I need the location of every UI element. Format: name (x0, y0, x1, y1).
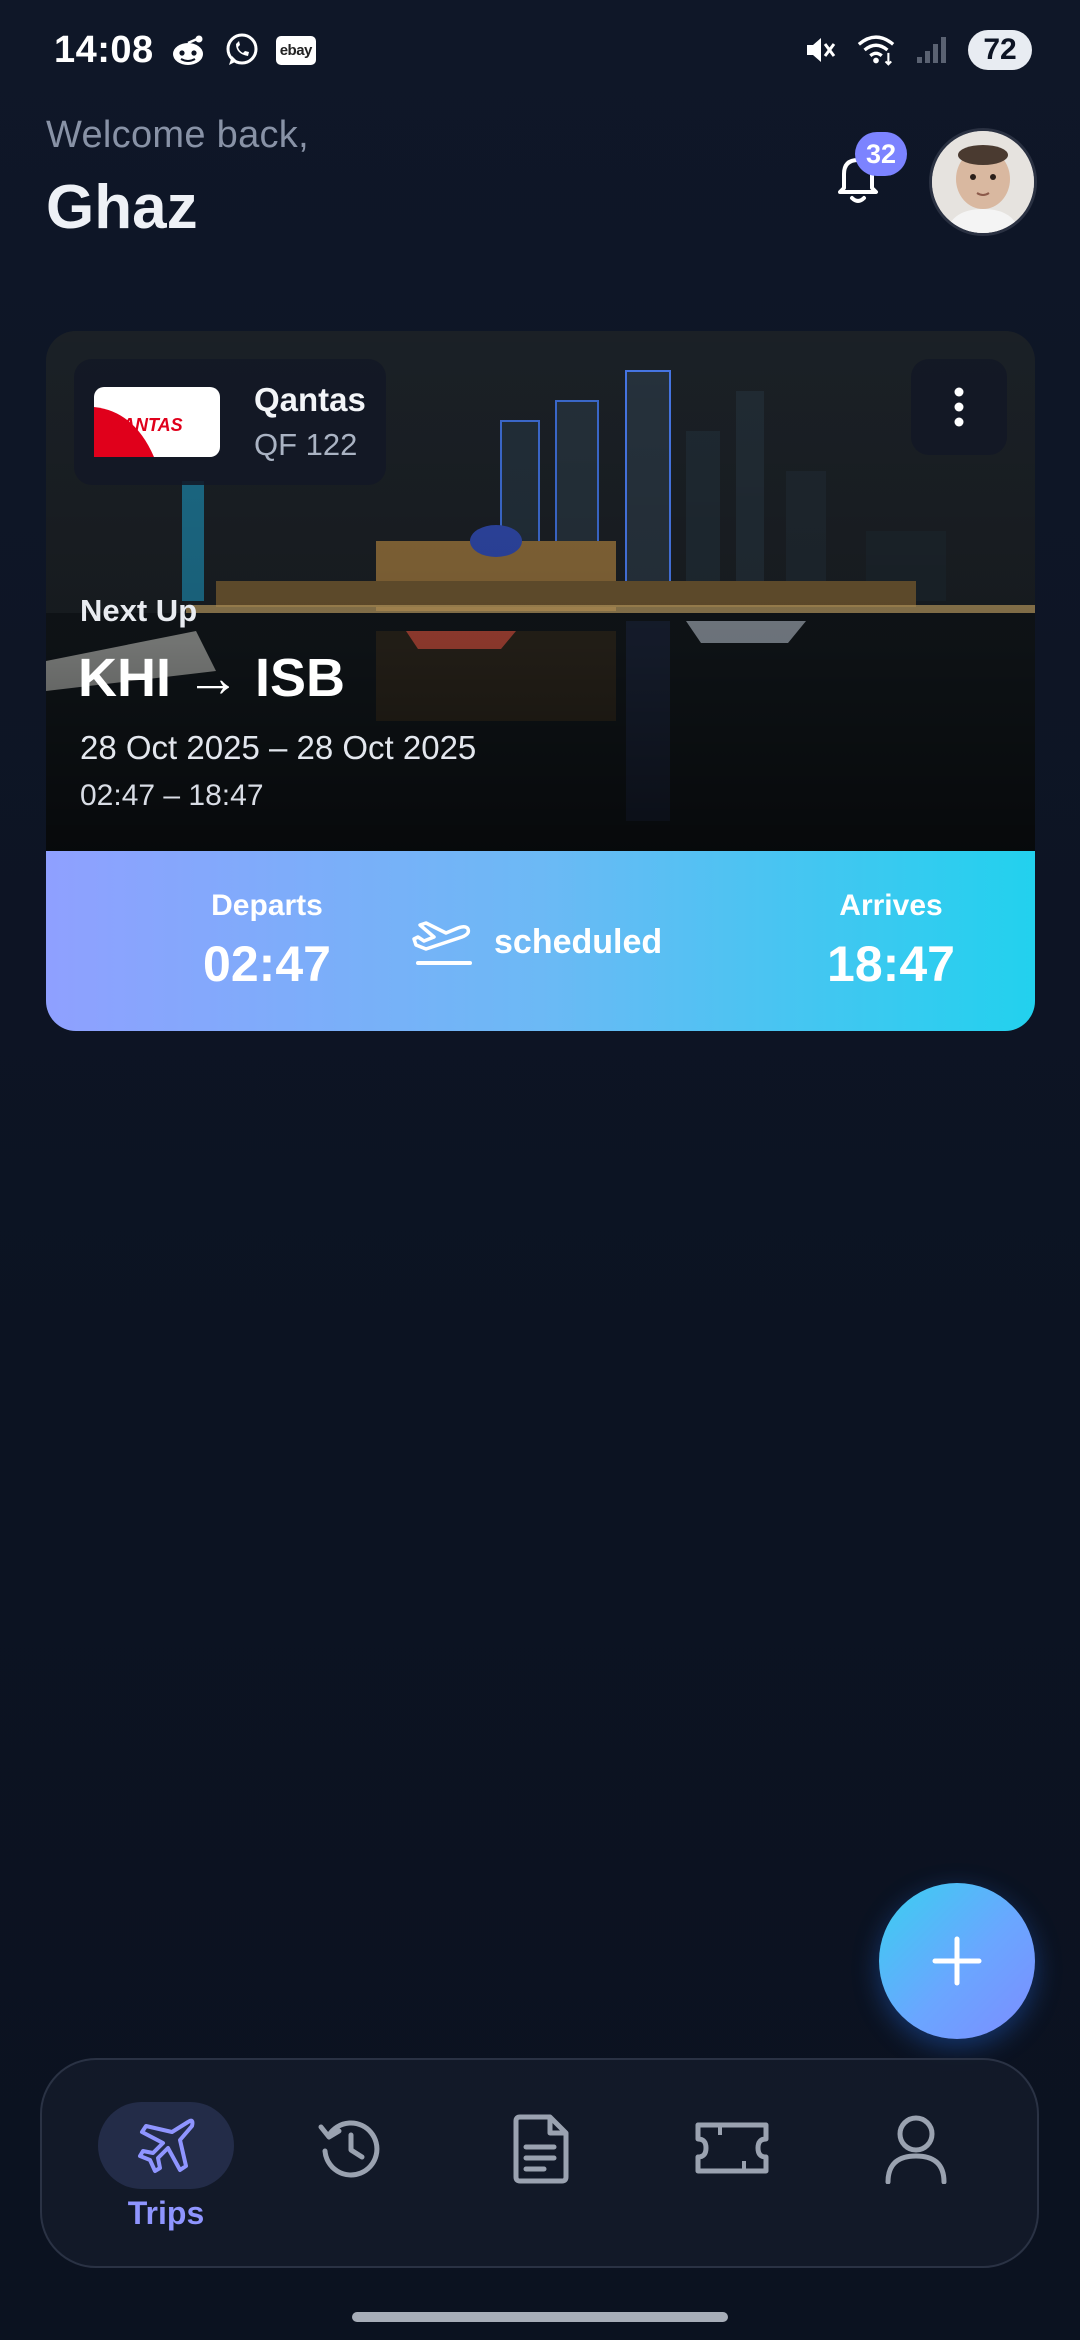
nav-documents[interactable] (474, 2102, 610, 2232)
flight-status-text: scheduled (494, 922, 663, 961)
app-screen: 14:08 ebay 72 Welcome back, Ghaz 32 QANT… (0, 0, 1080, 2340)
plane-icon (138, 2118, 195, 2173)
flight-number: QF 122 (254, 427, 358, 462)
nav-tickets[interactable] (664, 2102, 800, 2232)
status-time: 14:08 (54, 28, 154, 71)
departs-block: Departs 02:47 (162, 889, 372, 993)
ticket-icon (695, 2122, 769, 2174)
plus-icon (932, 1936, 982, 1986)
arrives-block: Arrives 18:47 (786, 889, 996, 993)
welcome-text: Welcome back, (46, 114, 309, 156)
avatar[interactable] (929, 128, 1037, 236)
nav-profile[interactable] (848, 2102, 984, 2232)
flight-status: scheduled (412, 915, 662, 969)
document-icon (513, 2114, 569, 2184)
next-up-label: Next Up (80, 593, 198, 628)
takeoff-icon (412, 921, 472, 965)
home-indicator[interactable] (352, 2312, 728, 2322)
reddit-icon (168, 30, 208, 70)
trip-card[interactable]: QANTAS Qantas QF 122 Next Up KHI → ISB 2… (46, 331, 1035, 1031)
wifi-icon (856, 30, 896, 70)
user-name: Ghaz (46, 173, 198, 242)
mute-icon (800, 30, 840, 70)
whatsapp-icon (222, 30, 262, 70)
qantas-logo: QANTAS (94, 387, 220, 457)
trip-times: 02:47 – 18:47 (80, 779, 264, 812)
nav-trips-label: Trips (127, 2195, 205, 2231)
departs-time: 02:47 (203, 936, 331, 992)
airline-chip: QANTAS Qantas QF 122 (74, 359, 386, 485)
nav-history[interactable] (282, 2102, 418, 2232)
nav-trips[interactable]: Trips (98, 2102, 234, 2232)
battery-indicator: 72 (968, 30, 1032, 70)
airline-text: Qantas QF 122 (254, 381, 366, 463)
trip-dates: 28 Oct 2025 – 28 Oct 2025 (80, 729, 477, 766)
status-bar: 14:08 ebay 72 (0, 0, 1080, 100)
history-icon (318, 2120, 380, 2178)
status-left: 14:08 ebay (54, 29, 316, 72)
airline-name: Qantas (254, 381, 366, 418)
notification-count-badge: 32 (855, 132, 907, 176)
more-vertical-icon (954, 387, 964, 427)
profile-icon (885, 2115, 947, 2184)
flight-status-bar: Departs 02:47 scheduled Arrives 18:47 (46, 851, 1035, 1031)
more-options-button[interactable] (911, 359, 1007, 455)
status-right: 72 (800, 30, 1032, 70)
signal-icon (912, 30, 952, 70)
bottom-nav: Trips (40, 2058, 1039, 2268)
departs-label: Departs (211, 889, 323, 922)
qantas-logo-text: QANTAS (108, 415, 183, 435)
arrives-label: Arrives (839, 889, 943, 922)
ebay-icon: ebay (275, 35, 316, 65)
arrives-time: 18:47 (827, 936, 955, 992)
trip-route: KHI → ISB (78, 648, 346, 708)
add-trip-button[interactable] (879, 1883, 1035, 2039)
